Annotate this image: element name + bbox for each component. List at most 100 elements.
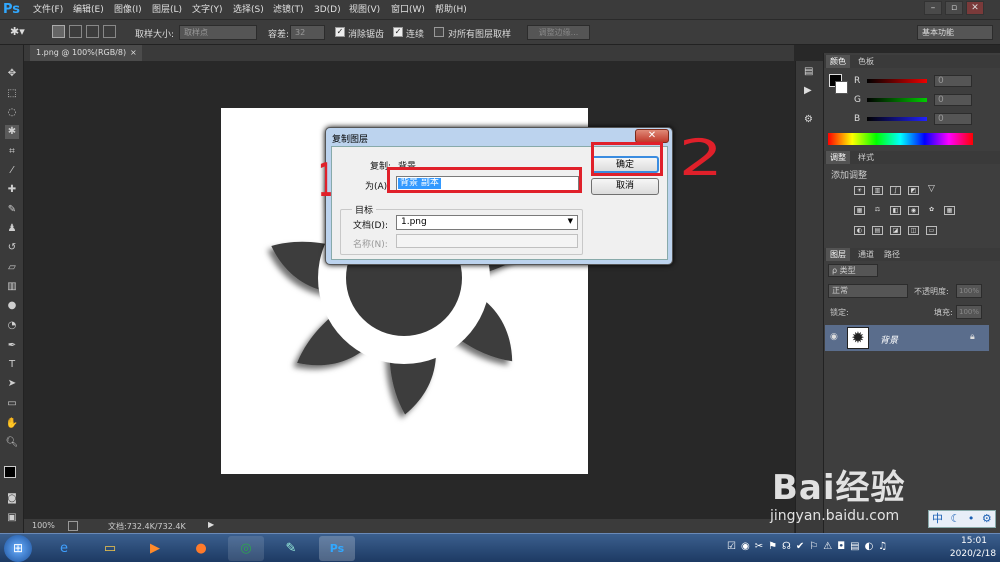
tab-channels[interactable]: 通道 [854, 248, 878, 261]
status-menu-arrow-icon[interactable]: ▶ [208, 520, 214, 529]
menu-filter[interactable]: 滤镜(T) [273, 3, 304, 17]
ime-dot-icon[interactable]: • [968, 512, 975, 525]
ie-taskbar-icon[interactable]: e [46, 536, 82, 561]
firefox-taskbar-icon[interactable]: ● [183, 536, 219, 561]
tab-swatches[interactable]: 色板 [854, 55, 878, 68]
vibrance-icon[interactable]: ▽ [926, 185, 937, 195]
blue-value[interactable]: 0 [934, 113, 972, 125]
green-slider[interactable] [867, 98, 927, 102]
levels-icon[interactable]: ▥ [872, 186, 883, 195]
menu-type[interactable]: 文字(Y) [192, 3, 223, 17]
intersect-selection-icon[interactable] [103, 25, 116, 38]
channel-mixer-icon[interactable]: ✿ [926, 206, 937, 215]
gradient-tool-icon[interactable]: ▥ [5, 280, 19, 294]
menu-select[interactable]: 选择(S) [233, 3, 264, 17]
workspace-select[interactable]: 基本功能 [917, 25, 993, 40]
media-player-taskbar-icon[interactable]: ▶ [137, 536, 173, 561]
foreground-color-swatch[interactable] [4, 466, 16, 478]
refine-edge-button[interactable]: 调整边缘... [527, 25, 590, 40]
hue-saturation-icon[interactable]: ▦ [854, 206, 865, 215]
menu-view[interactable]: 视图(V) [349, 3, 380, 17]
actions-play-icon[interactable]: ▶ [804, 85, 816, 99]
green-value[interactable]: 0 [934, 94, 972, 106]
brush-tool-icon[interactable]: ✎ [5, 203, 19, 217]
close-tab-icon[interactable]: × [130, 45, 137, 61]
fill-input[interactable]: 100% [956, 305, 982, 319]
menu-window[interactable]: 窗口(W) [391, 3, 425, 17]
color-balance-icon[interactable]: ⚖ [872, 206, 883, 215]
posterize-icon[interactable]: ▤ [872, 226, 883, 235]
tab-adjustments[interactable]: 调整 [826, 151, 850, 164]
magic-wand-tool-icon[interactable]: ✱ [5, 125, 19, 139]
shape-tool-icon[interactable]: ▭ [5, 397, 19, 411]
document-select[interactable]: 1.png ▼ [396, 215, 578, 230]
red-slider[interactable] [867, 79, 927, 83]
brightness-icon[interactable]: ☀ [854, 186, 865, 195]
export-icon[interactable] [68, 521, 78, 531]
layer-kind-filter[interactable]: ρ 类型 [828, 264, 878, 277]
ime-moon-icon[interactable]: ☾ [951, 512, 961, 525]
photoshop-taskbar-icon[interactable]: Ps [319, 536, 355, 561]
ime-toolbar[interactable]: 中 ☾ • ⚙ [928, 510, 996, 528]
minimize-button[interactable]: – [924, 1, 942, 15]
ime-settings-icon[interactable]: ⚙ [982, 512, 992, 525]
move-tool-icon[interactable]: ✥ [5, 67, 19, 81]
exposure-icon[interactable]: ◩ [908, 186, 919, 195]
visibility-eye-icon[interactable]: ◉ [830, 332, 838, 342]
ime-language[interactable]: 中 [932, 512, 943, 525]
paint-taskbar-icon[interactable]: ✎ [273, 536, 309, 561]
screen-mode-icon[interactable]: ▣ [5, 511, 19, 525]
curves-icon[interactable]: ∫ [890, 186, 901, 195]
quick-mask-icon[interactable]: ◙ [5, 492, 19, 506]
sample-size-select[interactable]: 取样点 [179, 25, 257, 40]
maximize-button[interactable]: ▫ [945, 1, 963, 15]
zoom-level[interactable]: 100% [32, 521, 55, 530]
black-white-icon[interactable]: ◧ [890, 206, 901, 215]
color-spectrum-bar[interactable] [828, 133, 973, 145]
new-selection-icon[interactable] [52, 25, 65, 38]
opacity-input[interactable]: 100% [956, 284, 982, 298]
pen-tool-icon[interactable]: ✒ [5, 339, 19, 353]
zoom-tool-icon[interactable]: 🔍︎ [5, 436, 19, 450]
tab-color[interactable]: 颜色 [826, 55, 850, 68]
close-window-button[interactable]: ✕ [966, 1, 984, 15]
eyedropper-tool-icon[interactable]: ⁄ [5, 164, 19, 178]
selective-color-icon[interactable]: ◫ [908, 226, 919, 235]
history-panel-icon[interactable]: ▤ [804, 66, 816, 80]
eraser-tool-icon[interactable]: ▱ [5, 261, 19, 275]
hand-tool-icon[interactable]: ✋ [5, 417, 19, 431]
crop-tool-icon[interactable]: ⌗ [5, 145, 19, 159]
layer-row-background[interactable]: ◉ ✹ 背景 🔒︎ [825, 325, 989, 351]
tab-layers[interactable]: 图层 [826, 248, 850, 261]
invert-icon[interactable]: ◐ [854, 226, 865, 235]
tab-paths[interactable]: 路径 [880, 248, 904, 261]
menu-help[interactable]: 帮助(H) [435, 3, 467, 17]
add-selection-icon[interactable] [69, 25, 82, 38]
marquee-tool-icon[interactable]: ⬚ [5, 87, 19, 101]
blend-mode-select[interactable]: 正常 [828, 284, 908, 298]
cancel-button[interactable]: 取消 [591, 178, 659, 195]
threshold-icon[interactable]: ◪ [890, 226, 901, 235]
contiguous-checkbox[interactable]: ✓ [393, 27, 403, 37]
document-tab[interactable]: 1.png @ 100%(RGB/8) × [30, 45, 142, 61]
clock-date[interactable]: 2020/2/18 [948, 549, 998, 559]
tab-styles[interactable]: 样式 [854, 151, 878, 164]
menu-3d[interactable]: 3D(D) [314, 3, 341, 17]
history-brush-icon[interactable]: ↺ [5, 241, 19, 255]
healing-brush-icon[interactable]: ✚ [5, 183, 19, 197]
clock-time[interactable]: 15:01 [951, 536, 997, 546]
magic-wand-preset-icon[interactable]: ✱▾ [10, 25, 38, 40]
color-lookup-icon[interactable]: ▦ [944, 206, 955, 215]
lasso-tool-icon[interactable]: ◌ [5, 106, 19, 120]
blue-slider[interactable] [867, 117, 927, 121]
gradient-map-icon[interactable]: ▭ [926, 226, 937, 235]
menu-layer[interactable]: 图层(L) [152, 3, 182, 17]
explorer-taskbar-icon[interactable]: ▭ [92, 536, 128, 561]
start-button-icon[interactable]: ⊞ [4, 535, 32, 562]
red-value[interactable]: 0 [934, 75, 972, 87]
menu-edit[interactable]: 编辑(E) [73, 3, 104, 17]
stamp-tool-icon[interactable]: ♟ [5, 222, 19, 236]
system-tray-icons[interactable]: ☑◉✂⚑☊✔⚐⚠◘▤◐♫ [727, 541, 892, 552]
type-tool-icon[interactable]: T [5, 358, 19, 372]
properties-panel-icon[interactable]: ⚙ [804, 114, 816, 128]
